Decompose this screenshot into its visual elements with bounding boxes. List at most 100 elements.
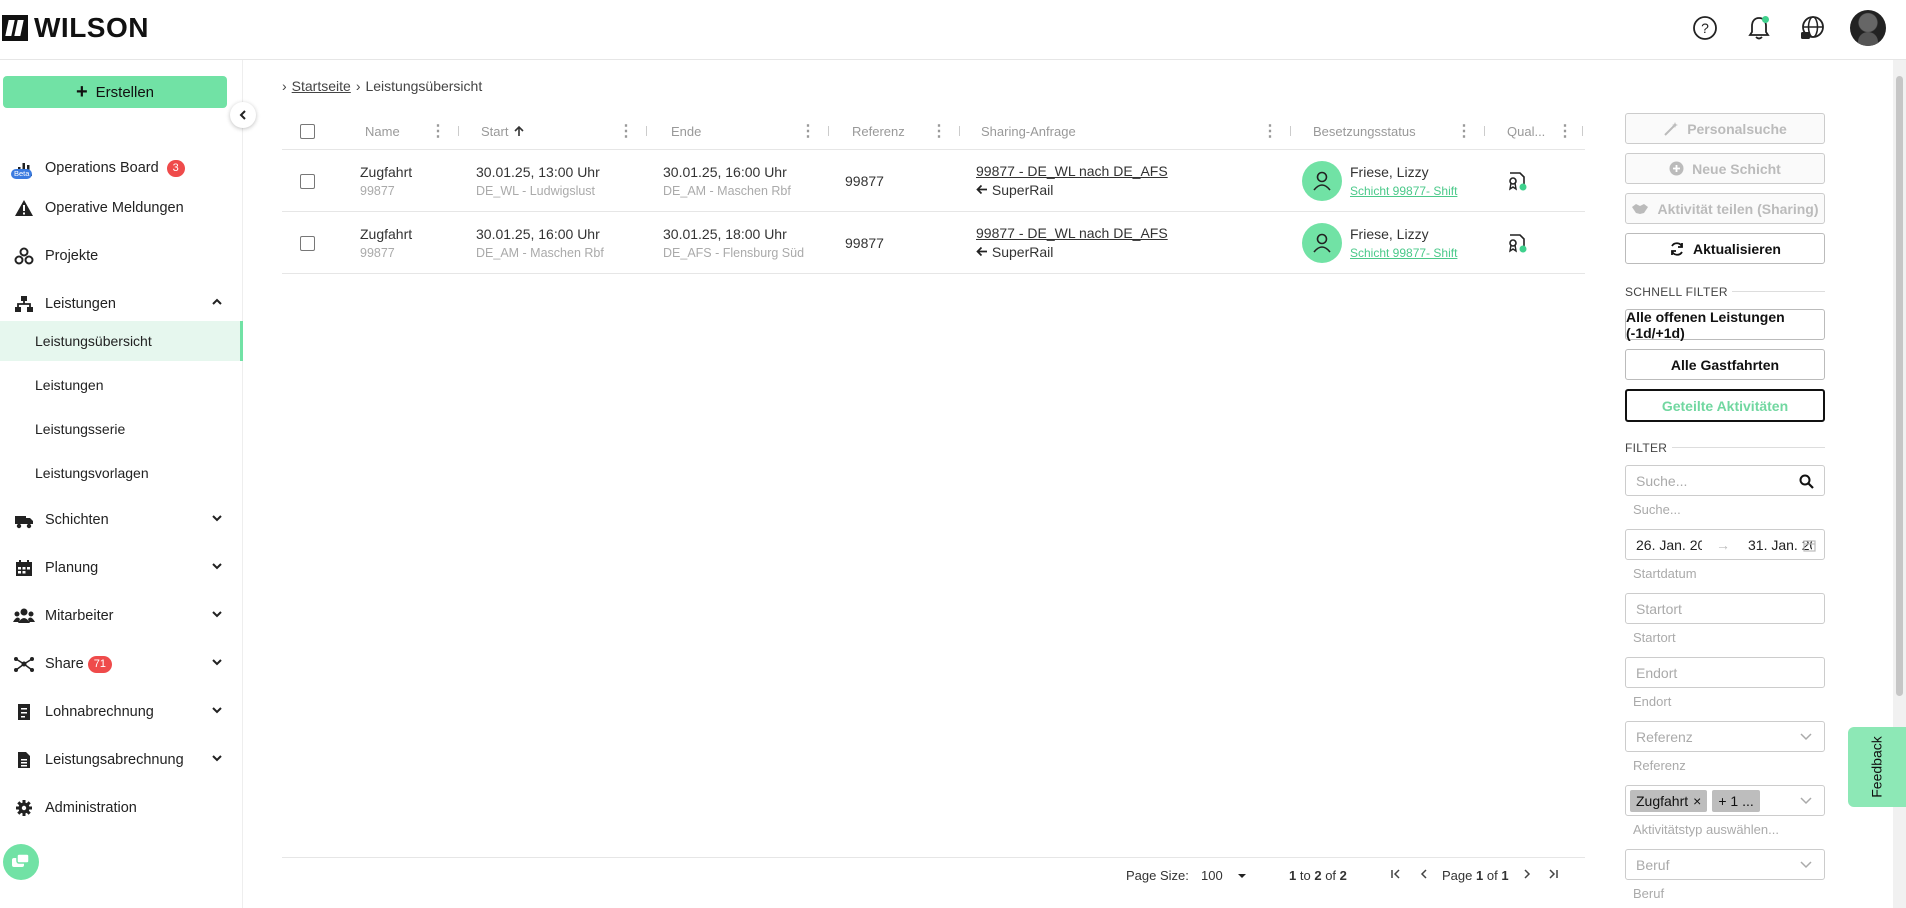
remove-tag-icon[interactable]: × <box>1693 793 1701 809</box>
column-header-sharing[interactable]: Sharing-Anfrage <box>981 112 1076 150</box>
share-icon <box>13 653 35 675</box>
breadcrumb-home-link[interactable]: Startseite <box>292 78 351 94</box>
sidebar-subitem-leistungsserie[interactable]: Leistungsserie <box>0 409 243 449</box>
column-header-name[interactable]: Name <box>365 112 400 150</box>
sidebar-item-operations-board[interactable]: Beta Operations Board 3 <box>0 148 243 188</box>
row-checkbox[interactable] <box>300 212 315 274</box>
qualification-icon[interactable] <box>1506 150 1528 212</box>
sidebar-item-operative-meldungen[interactable]: Operative Meldungen <box>0 188 243 228</box>
sidebar-subitem-label: Leistungsvorlagen <box>35 465 149 481</box>
handshake-icon <box>1632 203 1649 214</box>
column-menu-icon[interactable] <box>931 121 947 141</box>
arrow-left-icon <box>976 246 987 257</box>
table-row[interactable]: Zugfahrt 99877 30.01.25, 16:00 Uhr DE_AM… <box>282 212 1585 274</box>
sidebar-subitem-leistungen[interactable]: Leistungen <box>0 365 243 405</box>
sidebar-item-mitarbeiter[interactable]: Mitarbeiter <box>0 596 243 636</box>
feedback-tab[interactable]: Feedback <box>1848 727 1906 807</box>
column-header-start[interactable]: Start <box>481 112 525 150</box>
row-checkbox[interactable] <box>300 150 315 212</box>
prev-page-button[interactable] <box>1418 868 1430 880</box>
grid-header: Name Start Ende Referenz Sharing-Anfrage… <box>282 112 1585 150</box>
next-page-button[interactable] <box>1521 868 1533 880</box>
chevron-right-icon <box>1524 869 1531 879</box>
shift-link[interactable]: Schicht 99877- Shift <box>1350 182 1457 200</box>
first-page-button[interactable] <box>1390 868 1402 880</box>
sidebar-item-leistungsabrechnung[interactable]: Leistungsabrechnung <box>0 740 243 780</box>
qualification-icon[interactable] <box>1506 212 1528 274</box>
quick-filter-geteilte-aktivitaeten[interactable]: Geteilte Aktivitäten <box>1625 389 1825 422</box>
table-row[interactable]: Zugfahrt 99877 30.01.25, 13:00 Uhr DE_WL… <box>282 150 1585 212</box>
warning-icon <box>13 197 35 219</box>
sidebar-item-leistungen[interactable]: Leistungen <box>0 284 243 324</box>
sidebar-subitem-label: Leistungsserie <box>35 421 126 437</box>
last-page-icon <box>1549 869 1558 879</box>
aktualisieren-button[interactable]: Aktualisieren <box>1625 233 1825 264</box>
help-icon[interactable]: ? <box>1688 11 1722 45</box>
sidebar-item-label: Schichten <box>45 512 109 528</box>
cell-besetzung: Friese, Lizzy Schicht 99877- Shift <box>1350 225 1458 262</box>
startort-input[interactable]: Startort <box>1625 593 1825 624</box>
endort-input[interactable]: Endort <box>1625 657 1825 688</box>
wilson-logo[interactable]: WILSON <box>2 12 149 44</box>
date-range-arrow: → <box>1716 536 1730 553</box>
cell-referenz: 99877 <box>845 234 884 251</box>
column-menu-icon[interactable] <box>800 121 816 141</box>
breadcrumb-current: Leistungsübersicht <box>365 78 483 94</box>
sharing-request-link[interactable]: 99877 - DE_WL nach DE_AFS <box>976 224 1168 243</box>
page-size-select[interactable]: 100 <box>1201 868 1247 883</box>
quick-filter-gastfahrten[interactable]: Alle Gastfahrten <box>1625 349 1825 380</box>
sidebar-item-administration[interactable]: Administration <box>0 788 243 828</box>
beruf-caption: Beruf <box>1633 886 1665 901</box>
column-header-qualifikation[interactable]: Qual... <box>1507 112 1545 150</box>
projects-icon <box>13 245 35 267</box>
date-range-input[interactable]: 26. Jan. 2025 → 31. Jan. 2025 <box>1625 529 1825 560</box>
aktivitaetstyp-select[interactable]: Zugfahrt × + 1 ... <box>1625 785 1825 816</box>
column-menu-icon[interactable] <box>430 121 446 141</box>
user-avatar[interactable] <box>1850 10 1886 46</box>
personalsuche-button[interactable]: Personalsuche <box>1625 113 1825 144</box>
sidebar-subitem-label: Leistungen <box>35 377 104 393</box>
last-page-button[interactable] <box>1547 868 1559 880</box>
beruf-select[interactable]: Beruf <box>1625 849 1825 880</box>
column-menu-icon[interactable] <box>1557 121 1573 141</box>
column-menu-icon[interactable] <box>1262 121 1278 141</box>
sidebar-item-share[interactable]: Share 71 <box>0 644 243 684</box>
neue-schicht-button[interactable]: Neue Schicht <box>1625 153 1825 184</box>
column-menu-icon[interactable] <box>618 121 634 141</box>
quick-filter-offene-leistungen[interactable]: Alle offenen Leistungen (-1d/+1d) <box>1625 309 1825 341</box>
column-header-besetzung[interactable]: Besetzungsstatus <box>1313 112 1416 150</box>
user-icon <box>1313 233 1331 253</box>
column-header-referenz[interactable]: Referenz <box>852 112 905 150</box>
select-all-checkbox[interactable] <box>300 112 315 150</box>
chevron-down-icon <box>211 752 223 768</box>
aktivitaet-teilen-button[interactable]: Aktivität teilen (Sharing) <box>1625 193 1825 224</box>
column-menu-icon[interactable] <box>1456 121 1472 141</box>
sidebar-item-schichten[interactable]: Schichten <box>0 500 243 540</box>
sidebar-collapse-button[interactable] <box>230 102 256 128</box>
calendar-icon <box>13 557 35 579</box>
startort-caption: Startort <box>1633 630 1676 645</box>
sidebar-item-projekte[interactable]: Projekte <box>0 236 243 276</box>
sidebar-item-label: Mitarbeiter <box>45 608 114 624</box>
sidebar-subitem-leistungsuebersicht[interactable]: Leistungsübersicht <box>0 321 243 361</box>
chat-icon <box>12 853 30 867</box>
cell-sharing: 99877 - DE_WL nach DE_AFS SuperRail <box>976 150 1168 212</box>
sidebar-item-planung[interactable]: Planung <box>0 548 243 588</box>
sidebar: + Erstellen Beta Operations Board 3 Oper… <box>0 60 243 908</box>
sidebar-item-lohnabrechnung[interactable]: Lohnabrechnung <box>0 692 243 732</box>
column-header-ende[interactable]: Ende <box>671 112 701 150</box>
scroll-thumb[interactable] <box>1896 76 1903 696</box>
globe-icon[interactable] <box>1796 11 1830 45</box>
sidebar-subitem-leistungsvorlagen[interactable]: Leistungsvorlagen <box>0 453 243 493</box>
referenz-select[interactable]: Referenz <box>1625 721 1825 752</box>
search-input[interactable]: Suche... <box>1625 465 1825 496</box>
sidebar-item-label: Leistungen <box>45 296 116 312</box>
shift-link[interactable]: Schicht 99877- Shift <box>1350 244 1457 262</box>
magic-wand-icon <box>1664 121 1679 136</box>
sharing-request-link[interactable]: 99877 - DE_WL nach DE_AFS <box>976 162 1168 181</box>
svg-text:?: ? <box>1701 20 1709 36</box>
bell-icon[interactable] <box>1742 11 1776 45</box>
plus-circle-icon <box>1669 161 1684 176</box>
create-button[interactable]: + Erstellen <box>3 76 227 108</box>
chat-button[interactable] <box>3 844 39 880</box>
